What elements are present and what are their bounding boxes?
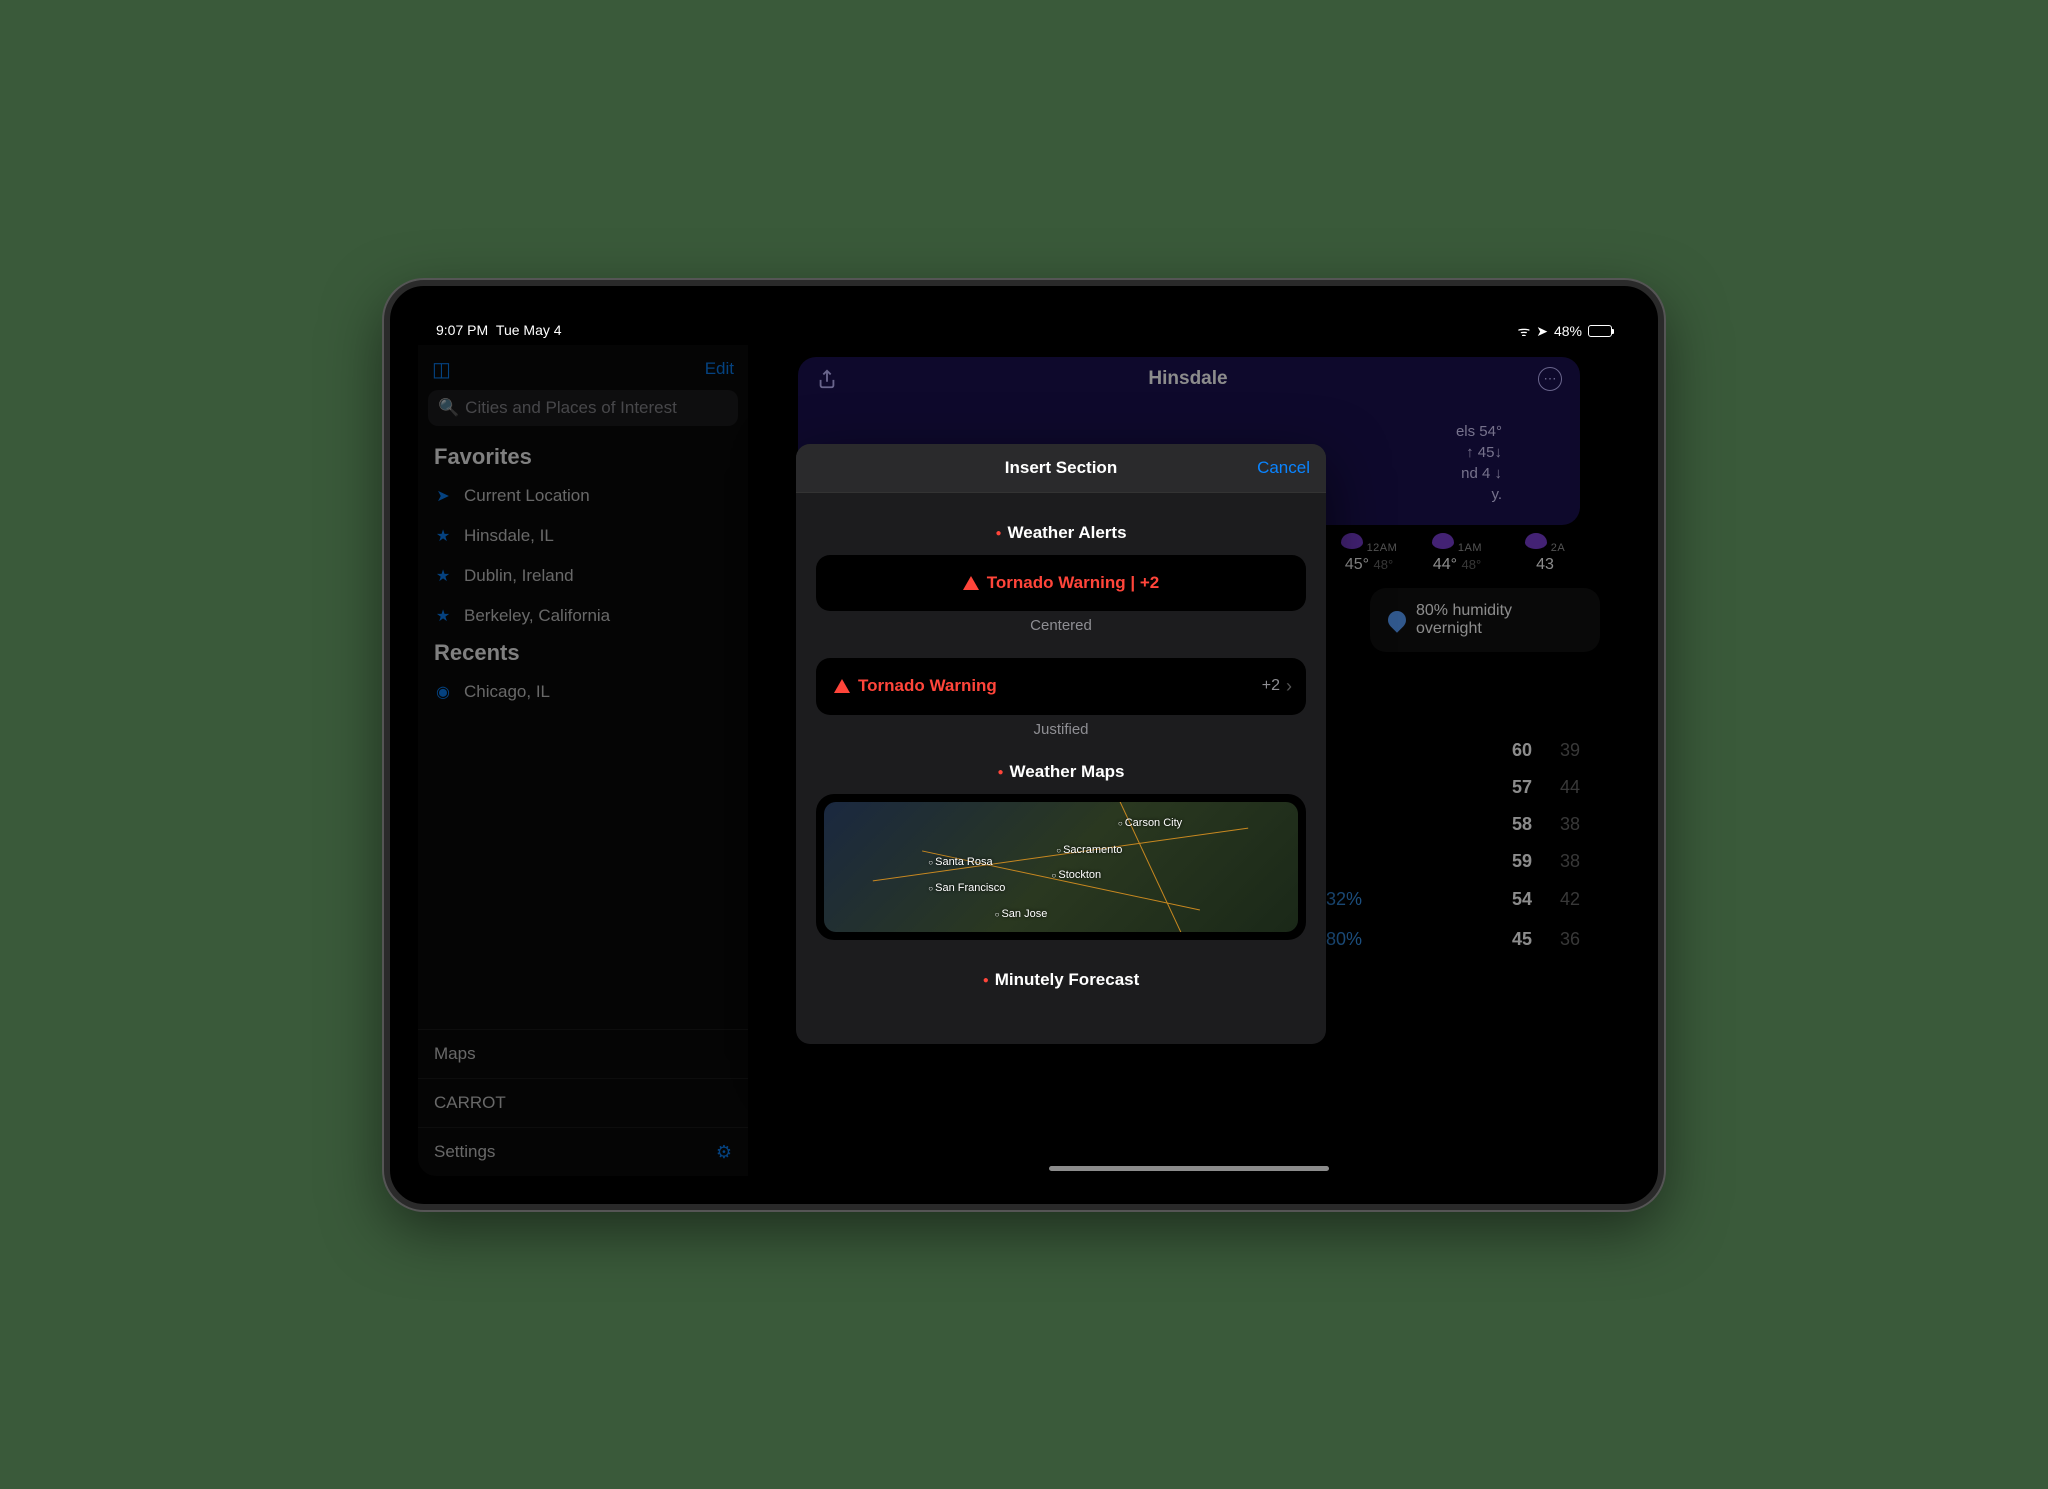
location-services-icon: ➤ (1536, 323, 1548, 340)
search-input[interactable]: 🔍 Cities and Places of Interest (428, 390, 738, 426)
location-title: Hinsdale (838, 368, 1538, 390)
battery-icon (1588, 325, 1612, 337)
star-icon: ★ (434, 606, 452, 626)
edit-button[interactable]: Edit (705, 359, 734, 379)
modal-title: Insert Section (1005, 458, 1117, 478)
ipad-device-frame: 9:07 PM Tue May 4 ᯤ ➤ 48% ◫ Edit 🔍 Citie… (384, 280, 1664, 1210)
wifi-icon: ᯤ (1517, 322, 1530, 341)
sidebar-item-settings[interactable]: Settings⚙ (418, 1127, 748, 1176)
star-icon: ★ (434, 526, 452, 546)
hour-item: 12AM45° 48° (1334, 533, 1404, 574)
justified-label: Justified (816, 721, 1306, 738)
more-icon[interactable]: ⋯ (1538, 367, 1562, 391)
cancel-button[interactable]: Cancel (1257, 458, 1310, 478)
recents-header: Recents (418, 636, 748, 672)
home-indicator[interactable] (1049, 1166, 1329, 1171)
gear-icon: ⚙ (716, 1142, 732, 1163)
favorites-header: Favorites (418, 440, 748, 476)
warning-icon (834, 679, 850, 693)
battery-percent: 48% (1554, 323, 1582, 339)
modal-body[interactable]: Weather Alerts Tornado Warning | +2 Cent… (796, 493, 1326, 1002)
minutely-forecast-header: Minutely Forecast (816, 970, 1306, 990)
humidity-icon (1384, 607, 1409, 632)
sidebar-favorite-item[interactable]: ★Dublin, Ireland (418, 556, 748, 596)
chevron-right-icon: › (1286, 676, 1292, 697)
cloud-icon (1525, 533, 1547, 549)
location-icon: ➤ (434, 486, 452, 506)
sidebar-favorite-item[interactable]: ★Hinsdale, IL (418, 516, 748, 556)
share-icon[interactable] (816, 368, 838, 390)
sidebar: ◫ Edit 🔍 Cities and Places of Interest F… (418, 345, 748, 1176)
map-city-label: Santa Rosa (928, 856, 992, 868)
modal-header: Insert Section Cancel (796, 444, 1326, 493)
map-city-label: San Francisco (928, 882, 1005, 894)
sidebar-recent-item[interactable]: ◉Chicago, IL (418, 672, 748, 712)
hour-item: 2A43 (1510, 533, 1580, 574)
weather-maps-header: Weather Maps (816, 762, 1306, 782)
hour-item: 1AM44° 48° (1422, 533, 1492, 574)
map-city-label: Sacramento (1056, 844, 1122, 856)
cloud-icon (1432, 533, 1454, 549)
insert-section-modal: Insert Section Cancel Weather Alerts Tor… (796, 444, 1326, 1044)
warning-icon (963, 576, 979, 590)
sidebar-favorite-item[interactable]: ➤Current Location (418, 476, 748, 516)
weather-alerts-header: Weather Alerts (816, 523, 1306, 543)
map-city-label: Stockton (1052, 869, 1102, 881)
pin-icon: ◉ (434, 682, 452, 702)
map-city-label: Carson City (1118, 817, 1182, 829)
search-icon: 🔍 (438, 398, 459, 418)
map-preview: Carson City Sacramento Santa Rosa Stockton S… (824, 802, 1298, 932)
sidebar-item-maps[interactable]: Maps (418, 1029, 748, 1078)
alert-option-centered[interactable]: Tornado Warning | +2 (816, 555, 1306, 611)
screen: 9:07 PM Tue May 4 ᯤ ➤ 48% ◫ Edit 🔍 Citie… (418, 314, 1630, 1176)
map-option[interactable]: Carson City Sacramento Santa Rosa Stockton S… (816, 794, 1306, 940)
sidebar-item-carrot[interactable]: CARROT (418, 1078, 748, 1127)
map-city-label: San Jose (995, 908, 1048, 920)
alert-option-justified[interactable]: Tornado Warning +2 › (816, 658, 1306, 715)
status-right: ᯤ ➤ 48% (1517, 322, 1612, 341)
centered-label: Centered (816, 617, 1306, 634)
sidebar-favorite-item[interactable]: ★Berkeley, California (418, 596, 748, 636)
humidity-card: 80% humidity overnight (1370, 588, 1600, 652)
status-time: 9:07 PM Tue May 4 (436, 322, 562, 341)
status-bar: 9:07 PM Tue May 4 ᯤ ➤ 48% (418, 314, 1630, 345)
star-icon: ★ (434, 566, 452, 586)
cloud-icon (1341, 533, 1363, 549)
sidebar-toggle-icon[interactable]: ◫ (432, 357, 451, 382)
search-placeholder: Cities and Places of Interest (465, 398, 677, 418)
